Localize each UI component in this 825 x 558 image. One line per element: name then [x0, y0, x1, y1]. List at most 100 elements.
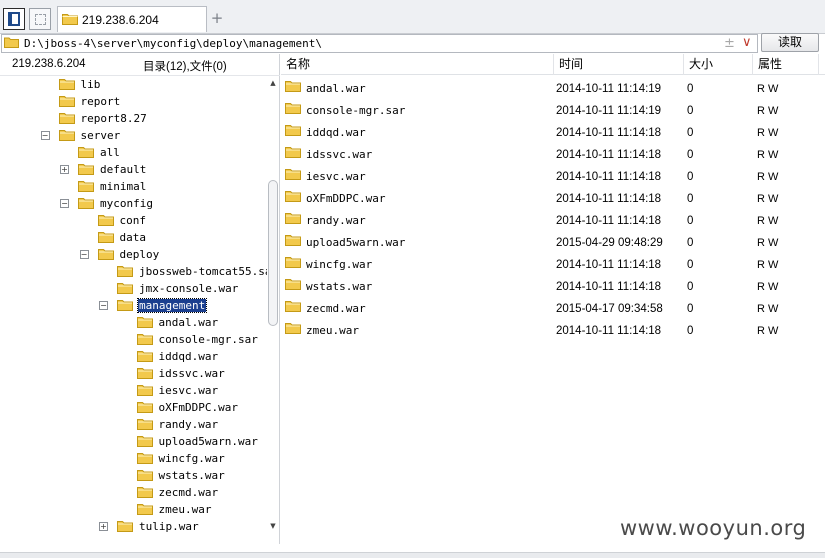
scroll-thumb[interactable]: [268, 180, 278, 326]
file-name: zecmd.war: [306, 302, 366, 315]
table-row[interactable]: zecmd.war 2015-04-17 09:34:58 0 R W: [281, 298, 821, 320]
file-name: zmeu.war: [306, 324, 359, 337]
expand-icon[interactable]: +: [99, 522, 108, 531]
file-attr: R W: [757, 105, 779, 117]
tree-node[interactable]: jmx-console.war: [117, 280, 239, 297]
expand-icon[interactable]: +: [60, 165, 69, 174]
tree-node-label: andal.war: [158, 316, 219, 329]
tree-node[interactable]: report: [58, 93, 122, 110]
folder-icon: [285, 100, 301, 122]
tree-node[interactable]: lib: [58, 76, 102, 93]
add-tab-icon[interactable]: +: [209, 9, 225, 27]
tree-node[interactable]: randy.war: [136, 416, 220, 433]
tree-node[interactable]: oXFmDDPC.war: [136, 399, 239, 416]
collapse-icon[interactable]: −: [79, 250, 89, 259]
host-label: 219.238.6.204: [12, 58, 86, 70]
table-row[interactable]: zmeu.war 2014-10-11 11:14:18 0 R W: [281, 320, 821, 342]
file-name-cell: zmeu.war: [285, 320, 359, 342]
tree-node[interactable]: andal.war: [136, 314, 220, 331]
folder-icon: [117, 281, 133, 297]
tree-node[interactable]: deploy: [97, 246, 161, 263]
tree-node[interactable]: zmeu.war: [136, 501, 213, 518]
tree-node[interactable]: conf: [97, 212, 148, 229]
table-row[interactable]: upload5warn.war 2015-04-29 09:48:29 0 R W: [281, 232, 821, 254]
tree-node[interactable]: myconfig: [78, 195, 154, 212]
item-count: 目录(12),文件(0): [143, 61, 227, 73]
tree-node-label: default: [100, 163, 147, 176]
panel-icon: [8, 12, 20, 26]
file-name: randy.war: [306, 214, 366, 227]
tree-node[interactable]: iddqd.war: [136, 348, 220, 365]
read-button[interactable]: 读取: [761, 33, 819, 52]
tree-node[interactable]: management: [117, 297, 208, 314]
tree-node[interactable]: jbossweb-tomcat55.sar: [117, 263, 268, 280]
tree-node[interactable]: wstats.war: [136, 467, 226, 484]
panel-toggle-button[interactable]: [3, 8, 25, 30]
plus-minus-icon[interactable]: ±: [724, 36, 735, 51]
tree-node-label: oXFmDDPC.war: [158, 401, 238, 414]
folder-icon: [285, 78, 301, 100]
folder-icon: [285, 210, 301, 232]
table-row[interactable]: idssvc.war 2014-10-11 11:14:18 0 R W: [281, 144, 821, 166]
column-attr[interactable]: 属性: [753, 54, 819, 75]
tree-node[interactable]: report8.27: [58, 110, 148, 127]
path-input[interactable]: D:\jboss-4\server\myconfig\deploy\manage…: [1, 34, 758, 53]
table-row[interactable]: console-mgr.sar 2014-10-11 11:14:19 0 R W: [281, 100, 821, 122]
file-name: upload5warn.war: [306, 236, 406, 249]
collapse-icon[interactable]: −: [40, 131, 50, 140]
file-time: 2014-10-11 11:14:18: [556, 259, 662, 271]
folder-icon: [136, 451, 153, 467]
scroll-down-icon[interactable]: ▼: [269, 522, 277, 530]
file-time: 2014-10-11 11:14:18: [556, 215, 662, 227]
table-row[interactable]: andal.war 2014-10-11 11:14:19 0 R W: [281, 78, 821, 100]
table-row[interactable]: iddqd.war 2014-10-11 11:14:18 0 R W: [281, 122, 821, 144]
scroll-up-icon[interactable]: ▲: [269, 79, 277, 87]
tab-active[interactable]: 219.238.6.204: [57, 6, 207, 32]
file-attr: R W: [757, 127, 779, 139]
table-row[interactable]: wincfg.war 2014-10-11 11:14:18 0 R W: [281, 254, 821, 276]
window-icon: [35, 14, 46, 25]
folder-icon: [62, 12, 78, 28]
folder-icon: [285, 166, 301, 188]
column-size[interactable]: 大小: [684, 54, 753, 75]
tree-node[interactable]: upload5warn.war: [136, 433, 259, 450]
tree-node[interactable]: server: [58, 127, 122, 144]
table-row[interactable]: iesvc.war 2014-10-11 11:14:18 0 R W: [281, 166, 821, 188]
tree-node[interactable]: wincfg.war: [136, 450, 226, 467]
tree-scrollbar[interactable]: ▲ ▼: [267, 76, 279, 542]
file-size: 0: [687, 193, 694, 205]
tree-node[interactable]: tulip.war: [117, 518, 200, 535]
folder-icon: [285, 232, 301, 254]
column-time[interactable]: 时间: [554, 54, 684, 75]
folder-icon: [136, 349, 153, 365]
folder-icon: [136, 417, 153, 433]
collapse-icon[interactable]: −: [99, 301, 108, 310]
tree-node[interactable]: data: [97, 229, 148, 246]
tree-node[interactable]: minimal: [78, 178, 147, 195]
directory-tree: lib report report8.27 − server all + default min…: [0, 76, 268, 542]
file-size: 0: [687, 171, 694, 183]
folder-icon: [78, 179, 94, 195]
tree-node-label: idssvc.war: [158, 367, 225, 380]
file-size: 0: [687, 259, 694, 271]
file-attr: R W: [757, 193, 779, 205]
tree-node-label: iddqd.war: [158, 350, 219, 363]
collapse-icon[interactable]: −: [60, 199, 69, 208]
table-row[interactable]: oXFmDDPC.war 2014-10-11 11:14:18 0 R W: [281, 188, 821, 210]
file-name-cell: wincfg.war: [285, 254, 372, 276]
chevron-down-icon[interactable]: ∨: [742, 35, 752, 50]
folder-icon: [136, 366, 153, 382]
tree-node[interactable]: console-mgr.sar: [136, 331, 259, 348]
file-name-cell: iddqd.war: [285, 122, 366, 144]
tree-node[interactable]: all: [78, 144, 121, 161]
table-row[interactable]: randy.war 2014-10-11 11:14:18 0 R W: [281, 210, 821, 232]
tree-node[interactable]: default: [78, 161, 147, 178]
file-name: idssvc.war: [306, 148, 373, 161]
new-window-button[interactable]: [29, 8, 51, 30]
tree-node[interactable]: iesvc.war: [136, 382, 220, 399]
tree-node[interactable]: zecmd.war: [136, 484, 220, 501]
tree-node[interactable]: idssvc.war: [136, 365, 226, 382]
folder-icon: [97, 213, 114, 229]
column-name[interactable]: 名称: [281, 54, 554, 75]
table-row[interactable]: wstats.war 2014-10-11 11:14:18 0 R W: [281, 276, 821, 298]
